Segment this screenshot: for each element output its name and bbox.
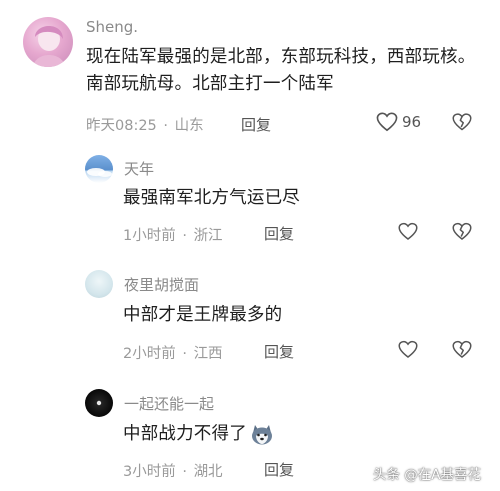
like-button[interactable] xyxy=(398,222,418,241)
comment-author[interactable]: 夜里胡搅面 xyxy=(124,274,199,295)
comment-meta: 3小时前 · 湖北 xyxy=(123,460,223,481)
comment-text: 最强南军北方气运已尽 xyxy=(123,188,300,208)
avatar[interactable] xyxy=(85,389,113,417)
watermark: 头条 @在A基喜花 xyxy=(373,467,482,483)
heart-outline-icon xyxy=(398,222,418,240)
comment-time: 1小时前 xyxy=(123,228,176,244)
comment-time: 昨天08:25 xyxy=(86,118,157,134)
dislike-button[interactable] xyxy=(452,112,472,132)
comment-text: 现在陆军最强的是北部，东部玩科技，西部玩核。南部玩航母。北部主打一个陆军 xyxy=(86,47,476,94)
comment-text: 中部战力不得了 xyxy=(123,421,463,448)
comment-time: 3小时前 xyxy=(123,464,176,480)
reply-button[interactable]: 回复 xyxy=(264,223,294,244)
like-button[interactable]: 96 xyxy=(376,112,421,132)
comment-text: 中部才是王牌最多的 xyxy=(123,305,283,325)
like-button[interactable] xyxy=(398,340,418,359)
comment-meta: 2小时前 · 江西 xyxy=(123,342,223,363)
meta-separator: · xyxy=(163,118,169,134)
comment-author[interactable]: Sheng. xyxy=(86,18,138,36)
heart-outline-icon xyxy=(398,340,418,358)
comment-location: 浙江 xyxy=(193,228,223,244)
comment-author[interactable]: 天年 xyxy=(124,158,154,179)
broken-heart-icon xyxy=(452,222,472,240)
meta-separator: · xyxy=(182,464,187,480)
reply-button[interactable]: 回复 xyxy=(264,459,294,480)
reply-button[interactable]: 回复 xyxy=(241,114,271,135)
dislike-button[interactable] xyxy=(452,222,472,241)
comment-meta: 昨天08:25 · 山东 xyxy=(86,114,204,135)
avatar[interactable] xyxy=(85,270,113,298)
comment-location: 江西 xyxy=(193,346,223,362)
like-count: 96 xyxy=(402,113,422,131)
avatar[interactable] xyxy=(23,17,73,67)
comment-text-content: 中部战力不得了 xyxy=(123,424,247,444)
comment-author[interactable]: 一起还能一起 xyxy=(124,393,214,414)
broken-heart-icon xyxy=(452,340,472,358)
avatar[interactable] xyxy=(85,155,113,183)
comment-item: 天年 最强南军北方气运已尽 1小时前 · 浙江 回复 xyxy=(0,150,500,260)
husky-dog-emoji-icon xyxy=(251,424,272,444)
comment-location: 山东 xyxy=(174,118,204,134)
comment-time: 2小时前 xyxy=(123,346,176,362)
heart-outline-icon xyxy=(376,112,398,132)
dislike-button[interactable] xyxy=(452,340,472,359)
comment-meta: 1小时前 · 浙江 xyxy=(123,224,223,245)
comment-location: 湖北 xyxy=(193,464,223,480)
comment-item: Sheng. 现在陆军最强的是北部，东部玩科技，西部玩核。南部玩航母。北部主打一… xyxy=(0,0,500,150)
comment-item: 夜里胡搅面 中部才是王牌最多的 2小时前 · 江西 回复 xyxy=(0,265,500,375)
reply-button[interactable]: 回复 xyxy=(264,341,294,362)
meta-separator: · xyxy=(182,346,187,362)
broken-heart-icon xyxy=(452,113,472,131)
meta-separator: · xyxy=(182,228,187,244)
